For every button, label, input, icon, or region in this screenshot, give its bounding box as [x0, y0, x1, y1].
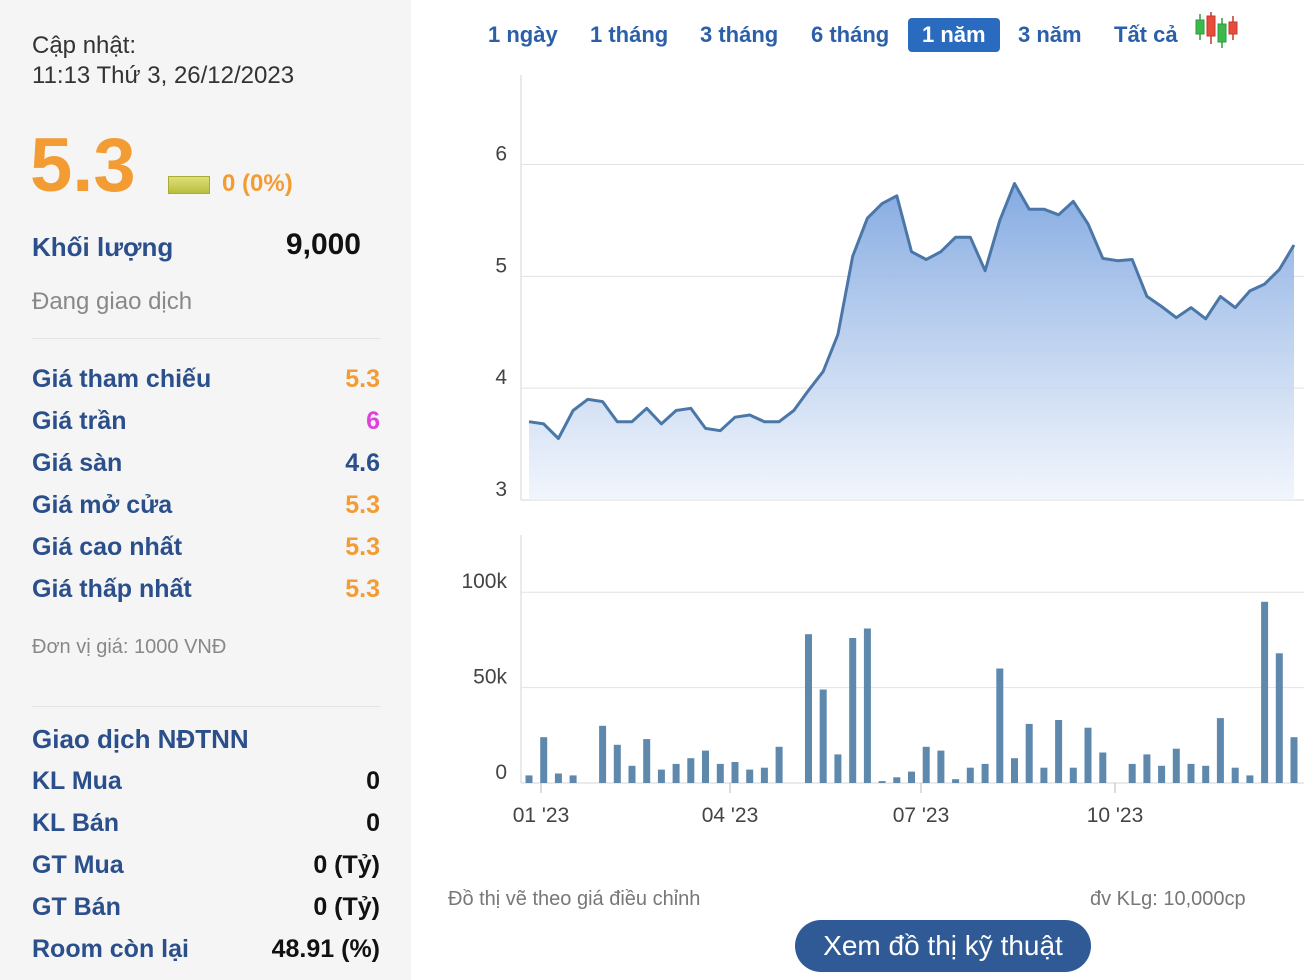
volume-bar	[554, 773, 562, 783]
price-area-fill	[529, 183, 1294, 500]
volume-bar	[628, 765, 636, 783]
remaining-room-row: Room còn lại 48.91 (%)	[32, 935, 380, 967]
volume-tick-label: 100k	[461, 570, 507, 593]
technical-chart-button[interactable]: Xem đồ thị kỹ thuật	[795, 920, 1091, 972]
x-tick-label: 07 '23	[893, 804, 950, 827]
x-tick-label: 01 '23	[513, 804, 570, 827]
volume-grid	[520, 535, 1304, 784]
volume-tick-label: 0	[495, 761, 507, 784]
volume-bar	[1084, 727, 1092, 783]
volume-unit-note: đv KLg: 10,000cp	[1090, 888, 1246, 910]
volume-bar	[1261, 601, 1269, 783]
volume-bar	[1275, 653, 1283, 783]
volume-bar	[1158, 765, 1166, 783]
row-value: 48.91 (%)	[271, 935, 380, 963]
volume-bar	[643, 739, 651, 783]
volume-bar	[1216, 718, 1224, 783]
volume-bar	[746, 769, 754, 783]
price-tick-label: 4	[495, 366, 507, 389]
volume-bar	[878, 781, 886, 783]
x-tick-label: 04 '23	[702, 804, 759, 827]
volume-bar	[981, 763, 989, 783]
price-tick-label: 3	[495, 478, 507, 501]
volume-bar	[863, 628, 871, 783]
volume-bar	[657, 769, 665, 783]
volume-bar	[805, 634, 812, 783]
volume-bar	[1290, 737, 1298, 783]
volume-bar	[922, 746, 930, 783]
row-label: Room còn lại	[32, 935, 189, 963]
volume-bar	[716, 763, 724, 783]
volume-bar	[613, 744, 621, 783]
volume-y-axis: 0 50k 100k	[461, 570, 507, 784]
volume-bar	[996, 668, 1004, 783]
volume-bar	[1172, 748, 1180, 783]
price-area-series	[528, 182, 1296, 500]
volume-bar	[834, 754, 842, 783]
volume-bar	[1069, 767, 1077, 783]
volume-bar	[1187, 763, 1195, 783]
volume-bar	[731, 762, 739, 783]
volume-bar	[1025, 723, 1033, 783]
volume-bar	[760, 767, 768, 783]
volume-bar	[687, 758, 695, 783]
volume-bar	[672, 763, 680, 783]
volume-bar	[599, 725, 607, 783]
volume-bar	[525, 775, 533, 783]
volume-bar	[1231, 767, 1239, 783]
volume-bar	[1202, 765, 1210, 783]
price-tick-label: 5	[495, 254, 507, 277]
x-tick-label: 10 '23	[1087, 804, 1144, 827]
volume-bar	[966, 767, 974, 783]
row-value: 0 (Tỷ)	[313, 893, 380, 921]
price-volume-chart: 3 4 5 6 0 50k 100k 01 '23 04 '23 07 '23 10 '23	[461, 75, 1304, 827]
volume-bar	[1246, 775, 1254, 783]
x-axis: 01 '23 04 '23 07 '23 10 '23	[513, 783, 1144, 827]
adjusted-price-note: Đồ thị vẽ theo giá điều chỉnh	[448, 888, 701, 910]
volume-bar	[1128, 763, 1136, 783]
volume-bar	[937, 750, 945, 783]
price-tick-label: 6	[495, 142, 507, 165]
volume-bar	[1055, 720, 1063, 783]
volume-bar	[819, 689, 827, 783]
volume-bar	[569, 775, 577, 783]
volume-bar	[952, 779, 960, 783]
volume-bar	[1099, 752, 1107, 783]
volume-bars	[525, 601, 1298, 783]
volume-bar	[893, 777, 901, 783]
price-y-axis: 3 4 5 6	[495, 142, 507, 501]
volume-bar	[1040, 767, 1048, 783]
volume-bar	[775, 746, 783, 783]
row-label: GT Bán	[32, 893, 121, 921]
volume-tick-label: 50k	[473, 666, 507, 689]
volume-bar	[908, 771, 915, 783]
volume-bar	[702, 750, 709, 783]
volume-bar	[1011, 758, 1018, 783]
volume-bar	[849, 638, 857, 783]
volume-bar	[1143, 754, 1151, 783]
foreign-sell-value-row: GT Bán 0 (Tỷ)	[32, 893, 380, 925]
volume-bar	[540, 737, 548, 783]
